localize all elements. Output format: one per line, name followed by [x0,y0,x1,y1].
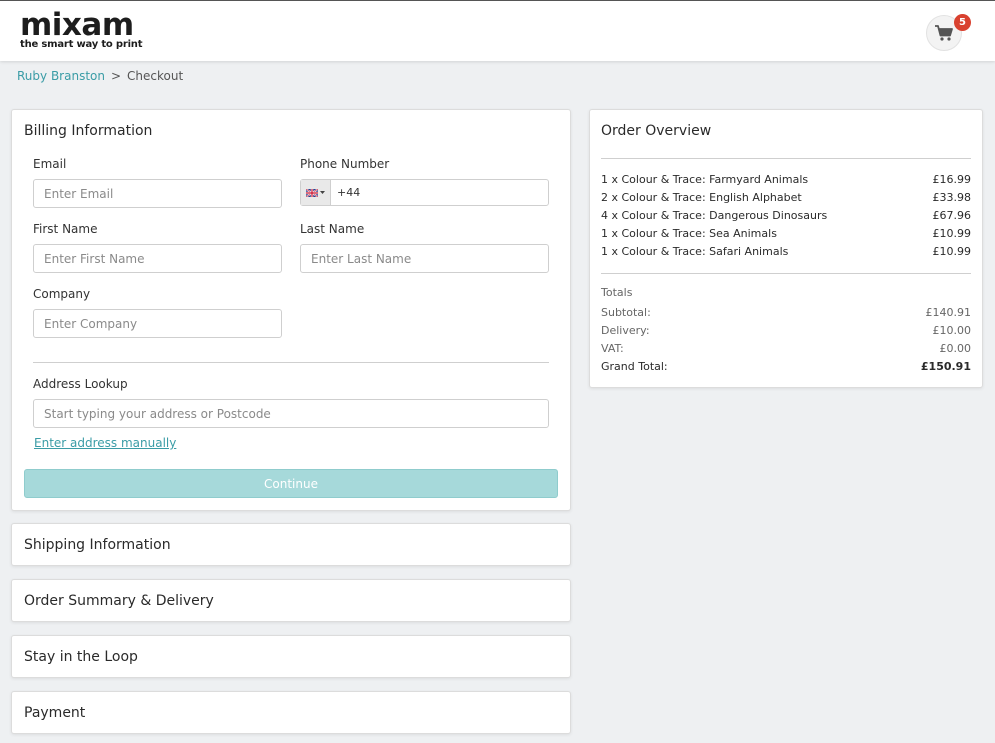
stay-in-the-loop-panel[interactable]: Stay in the Loop [11,635,571,678]
item-name: 2 x Colour & Trace: English Alphabet [601,191,802,204]
billing-information-panel: Billing Information Email Phone Number F… [11,109,571,511]
vat-row: VAT: £0.00 [601,342,971,356]
shopping-cart-icon [935,25,953,41]
item-name: 1 x Colour & Trace: Sea Animals [601,227,777,240]
delivery-row: Delivery: £10.00 [601,324,971,338]
logo-text: mixam [20,7,134,43]
grand-total-value: £150.91 [920,360,971,373]
subtotal-label: Subtotal: [601,306,651,319]
caret-down-icon [320,190,325,194]
subtotal-value: £140.91 [925,306,972,319]
delivery-value: £10.00 [932,324,972,337]
overview-divider [601,158,971,159]
delivery-label: Delivery: [601,324,650,337]
breadcrumb-separator: > [110,69,122,83]
item-price: £10.99 [932,227,972,240]
phone-field-group [300,179,549,206]
order-summary-panel[interactable]: Order Summary & Delivery [11,579,571,622]
item-price: £10.99 [932,245,972,258]
item-name: 1 x Colour & Trace: Safari Animals [601,245,789,258]
list-item: 2 x Colour & Trace: English Alphabet £33… [601,191,971,205]
enter-address-manually-link[interactable]: Enter address manually [34,436,176,450]
country-code-dropdown[interactable] [301,180,331,205]
phone-label: Phone Number [300,157,390,171]
item-name: 4 x Colour & Trace: Dangerous Dinosaurs [601,209,828,222]
company-label: Company [33,287,91,301]
item-price: £16.99 [932,173,972,186]
order-overview-title: Order Overview [601,123,712,139]
shipping-information-panel[interactable]: Shipping Information [11,523,571,566]
order-overview-panel: Order Overview 1 x Colour & Trace: Farmy… [589,109,983,388]
shipping-title[interactable]: Shipping Information [24,537,171,553]
mixam-logo[interactable]: mixam the smart way to print [20,7,143,50]
logo-tagline: the smart way to print [20,39,143,50]
list-item: 1 x Colour & Trace: Safari Animals £10.9… [601,245,971,259]
site-header: mixam the smart way to print 5 [0,0,995,61]
payment-title[interactable]: Payment [24,705,85,721]
subtotal-row: Subtotal: £140.91 [601,306,971,320]
email-label: Email [33,157,67,171]
item-price: £67.96 [932,209,972,222]
company-field[interactable] [33,309,282,338]
item-name: 1 x Colour & Trace: Farmyard Animals [601,173,809,186]
cart-count-badge: 5 [954,14,971,31]
cart-button[interactable]: 5 [926,14,971,51]
address-lookup-label: Address Lookup [33,377,128,391]
breadcrumb-user-link[interactable]: Ruby Branston [17,69,105,83]
uk-flag-icon [306,188,318,197]
phone-number-field[interactable] [331,180,548,205]
overview-divider [601,273,971,274]
order-summary-title[interactable]: Order Summary & Delivery [24,593,214,609]
item-price: £33.98 [932,191,972,204]
last-name-label: Last Name [300,222,365,236]
list-item: 1 x Colour & Trace: Sea Animals £10.99 [601,227,971,241]
address-lookup-field[interactable] [33,399,549,428]
vat-value: £0.00 [939,342,972,355]
stay-in-loop-title[interactable]: Stay in the Loop [24,649,138,665]
breadcrumb: Ruby Branston > Checkout [17,69,183,83]
first-name-label: First Name [33,222,98,236]
payment-panel[interactable]: Payment [11,691,571,734]
section-divider [33,362,549,363]
first-name-field[interactable] [33,244,282,273]
email-field[interactable] [33,179,282,208]
list-item: 4 x Colour & Trace: Dangerous Dinosaurs … [601,209,971,223]
continue-button[interactable]: Continue [24,469,558,498]
grand-total-label: Grand Total: [601,360,668,373]
list-item: 1 x Colour & Trace: Farmyard Animals £16… [601,173,971,187]
last-name-field[interactable] [300,244,549,273]
vat-label: VAT: [601,342,624,355]
totals-heading: Totals [601,286,633,299]
grand-total-row: Grand Total: £150.91 [601,360,971,374]
breadcrumb-current: Checkout [127,69,184,83]
billing-title[interactable]: Billing Information [24,123,152,139]
